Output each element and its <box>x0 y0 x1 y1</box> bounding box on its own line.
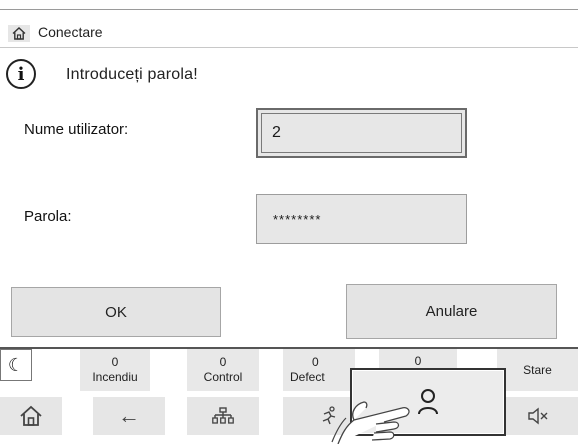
breadcrumb-home-button[interactable] <box>8 25 30 42</box>
username-field[interactable]: 2 <box>256 108 467 158</box>
top-divider <box>0 0 578 10</box>
defect-label: Defect <box>290 370 325 384</box>
info-icon: i <box>6 59 36 89</box>
incendiu-label: Incendiu <box>92 370 138 384</box>
breadcrumb-label: Conectare <box>38 24 103 40</box>
info-message: Introduceți parola! <box>66 66 198 83</box>
control-label: Control <box>203 370 243 384</box>
speaker-mute-icon <box>527 407 547 425</box>
password-field[interactable]: ******** <box>256 194 467 244</box>
home-icon <box>20 405 42 426</box>
ok-button[interactable]: OK <box>11 287 221 337</box>
control-count: 0 <box>219 355 227 369</box>
arrow-left-icon: ← <box>118 403 140 428</box>
status-incendiu[interactable]: 0 Incendiu <box>80 349 150 391</box>
breadcrumb: Conectare <box>0 18 578 48</box>
moon-icon[interactable]: ☾ <box>0 349 32 381</box>
nav-back-button[interactable]: ← <box>93 397 165 435</box>
nav-home-button[interactable] <box>0 397 62 435</box>
status-defect[interactable]: 0 Defect <box>283 349 355 391</box>
password-label: Parola: <box>24 208 72 225</box>
username-value: 2 <box>261 113 462 153</box>
other-count: 0 <box>414 354 422 368</box>
cancel-button[interactable]: Anulare <box>346 284 557 339</box>
status-control[interactable]: 0 Control <box>187 349 259 391</box>
username-label: Nume utilizator: <box>24 121 129 138</box>
nav-mute-button[interactable] <box>497 397 578 435</box>
network-icon <box>212 407 234 424</box>
status-stare[interactable]: Stare <box>497 349 578 391</box>
stare-label: Stare <box>523 362 552 377</box>
nav-network-button[interactable] <box>187 397 259 435</box>
defect-count: 0 <box>312 355 319 369</box>
incendiu-count: 0 <box>111 355 119 369</box>
home-icon <box>12 27 26 40</box>
pointing-hand-icon <box>331 401 410 444</box>
